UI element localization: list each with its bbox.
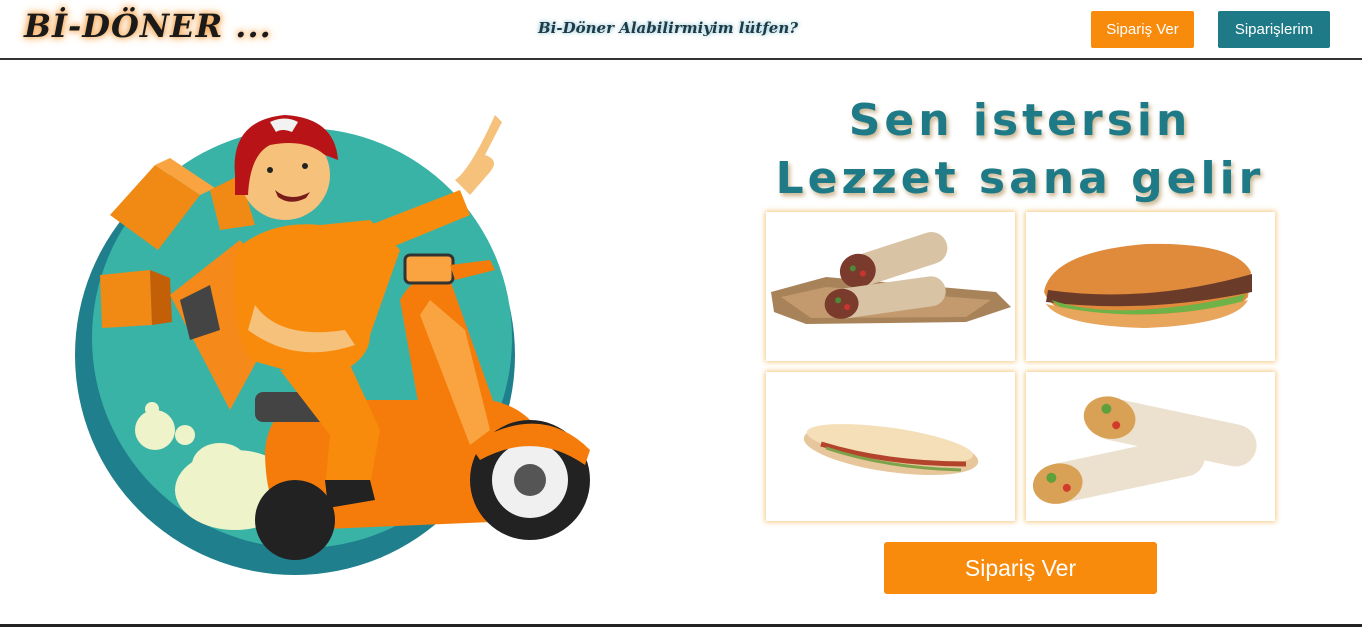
food-image-doner-sandwich[interactable] [1026,212,1275,361]
headline-line-1: Sen istersin [848,95,1192,146]
delivery-scooter-illustration [75,115,590,575]
my-orders-button[interactable]: Siparişlerim [1218,11,1330,48]
doner-sandwich-image [1044,243,1252,328]
food-image-doner-wrap[interactable] [766,212,1015,361]
flatbread-sandwich-image [803,424,979,475]
food-image-chicken-wrap[interactable] [1026,372,1275,521]
order-button-header[interactable]: Sipariş Ver [1091,11,1194,48]
header-tagline: Bi-Döner Alabilirmiyim lütfen? [538,19,799,37]
doner-wrap-image [771,232,1011,324]
hero-headline: Sen istersin Lezzet sana gelir [760,92,1280,208]
headline-line-2: Lezzet sana gelir [775,153,1265,204]
chicken-wrap-image [1032,396,1257,504]
site-logo[interactable]: Bİ-DÖNER ... [24,7,272,45]
order-button-main[interactable]: Sipariş Ver [884,542,1157,594]
food-image-flatbread-sandwich[interactable] [766,372,1015,521]
top-navbar: Bİ-DÖNER ... Bi-Döner Alabilirmiyim lütf… [0,0,1362,60]
